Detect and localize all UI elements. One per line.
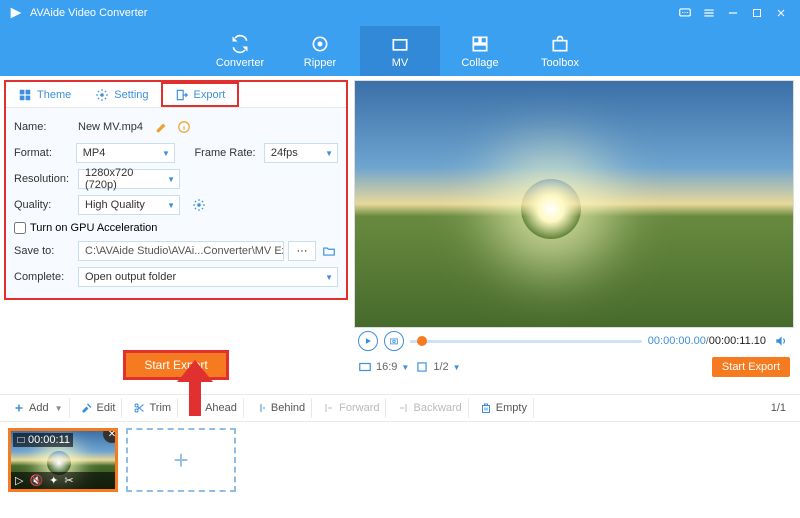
edit-button[interactable]: Edit: [74, 398, 123, 418]
play-button[interactable]: [358, 331, 378, 351]
snapshot-button[interactable]: [384, 331, 404, 351]
quality-settings-icon[interactable]: [190, 196, 208, 214]
complete-label: Complete:: [14, 271, 74, 283]
browse-button[interactable]: ···: [288, 241, 316, 261]
add-clip-button[interactable]: +: [126, 428, 236, 492]
saveto-label: Save to:: [14, 245, 74, 257]
nav-ripper[interactable]: Ripper: [280, 26, 360, 76]
minimize-icon[interactable]: [722, 2, 744, 24]
maximize-icon[interactable]: [746, 2, 768, 24]
titlebar: AVAide Video Converter: [0, 0, 800, 26]
time-display: 00:00:00.00/00:00:11.10: [648, 335, 766, 347]
quality-select[interactable]: High Quality: [78, 195, 180, 215]
behind-button[interactable]: Behind: [248, 398, 312, 418]
app-title: AVAide Video Converter: [30, 7, 147, 19]
quality-label: Quality:: [14, 199, 74, 211]
trim-button[interactable]: Trim: [126, 398, 178, 418]
feedback-icon[interactable]: [674, 2, 696, 24]
menu-icon[interactable]: [698, 2, 720, 24]
tab-theme[interactable]: Theme: [6, 82, 83, 107]
saveto-input[interactable]: C:\AVAide Studio\AVAi...Converter\MV Exp…: [78, 241, 284, 261]
tab-setting[interactable]: Setting: [83, 82, 160, 107]
seek-slider[interactable]: [410, 340, 642, 343]
resolution-select[interactable]: 1280x720 (720p): [78, 169, 180, 189]
open-folder-icon[interactable]: [320, 242, 338, 260]
gpu-checkbox[interactable]: [14, 222, 26, 234]
format-select[interactable]: MP4: [76, 143, 175, 163]
start-export-secondary-button[interactable]: Start Export: [712, 357, 790, 377]
video-preview: [354, 80, 794, 328]
nav-converter[interactable]: Converter: [200, 26, 280, 76]
name-value: New MV.mp4: [78, 121, 143, 133]
clip-trim-icon[interactable]: ✂: [64, 474, 73, 487]
clip-timecode: 00:00:11: [13, 433, 73, 447]
volume-icon[interactable]: [772, 332, 790, 350]
format-label: Format:: [14, 147, 72, 159]
backward-button[interactable]: Backward: [390, 398, 468, 418]
nav-collage[interactable]: Collage: [440, 26, 520, 76]
zoom-select[interactable]: 1/2▼: [415, 360, 460, 374]
complete-select[interactable]: Open output folder: [78, 267, 338, 287]
add-button[interactable]: Add▼: [6, 398, 70, 418]
framerate-select[interactable]: 24fps: [264, 143, 338, 163]
nav-toolbox[interactable]: Toolbox: [520, 26, 600, 76]
nav-mv[interactable]: MV: [360, 26, 440, 76]
forward-button[interactable]: Forward: [316, 398, 386, 418]
tab-export[interactable]: Export: [161, 82, 240, 107]
clip-play-icon[interactable]: ▷: [15, 474, 23, 487]
clip-controls: ▷ 🔇 ✦ ✂: [11, 472, 115, 489]
name-label: Name:: [14, 121, 74, 133]
close-icon[interactable]: [770, 2, 792, 24]
clip-edit-icon[interactable]: ✦: [49, 474, 58, 487]
page-indicator: 1/1: [763, 402, 794, 414]
empty-button[interactable]: Empty: [473, 398, 534, 418]
navbar: Converter Ripper MV Collage Toolbox: [0, 26, 800, 76]
aspect-ratio-select[interactable]: 16:9▼: [358, 360, 409, 374]
info-icon[interactable]: [175, 118, 193, 136]
clip-mute-icon[interactable]: 🔇: [29, 474, 43, 487]
player-bar: 00:00:00.00/00:00:11.10: [354, 328, 794, 354]
clip-remove-icon[interactable]: ✕: [103, 428, 118, 443]
app-logo-icon: [8, 5, 24, 21]
framerate-label: Frame Rate:: [194, 147, 259, 159]
option-bar: 16:9▼ 1/2▼ Start Export: [354, 354, 794, 380]
export-panel: Theme Setting Export Name: New MV.mp4 For…: [4, 80, 348, 300]
clips-row: 00:00:11 ✕ ▷ 🔇 ✦ ✂ +: [0, 422, 800, 498]
edit-name-icon[interactable]: [153, 118, 171, 136]
timeline-toolbar: Add▼ Edit Trim Ahead Behind Forward Back…: [0, 394, 800, 422]
gpu-label: Turn on GPU Acceleration: [30, 222, 157, 234]
resolution-label: Resolution:: [14, 173, 74, 185]
callout-arrow-icon: [175, 360, 215, 416]
clip-thumbnail[interactable]: 00:00:11 ✕ ▷ 🔇 ✦ ✂: [8, 428, 118, 492]
